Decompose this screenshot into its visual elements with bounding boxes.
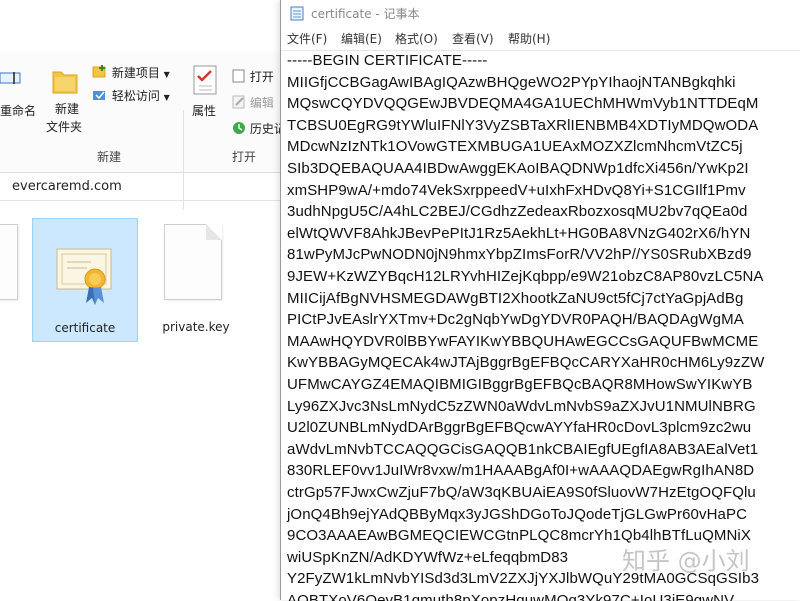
file-item[interactable]: e xyxy=(0,218,24,340)
menu-bar: 文件(F) 编辑(E) 格式(O) 查看(V) 帮助(H) xyxy=(281,28,800,50)
edit-label: 编辑 xyxy=(249,96,274,110)
file-item-certificate[interactable]: certificate xyxy=(32,218,138,342)
text-line: MIIGfjCCBGagAwIBAgIQAzwBHQgeWO2PYpYIhaoj… xyxy=(287,73,736,91)
rename-button[interactable]: 重命名 xyxy=(0,102,36,119)
ribbon-group-new-label: 新建 xyxy=(97,150,122,164)
edit-button[interactable]: 编辑 xyxy=(232,94,274,111)
text-line: jOnQ4Bh9ejYAdQBByMqx3yJGShDGoToJQodeTjGL… xyxy=(287,505,748,523)
text-line: MDcwNzIzNTk1OVowGTEXMBUGA1UEAxMOZXZlcmNh… xyxy=(287,138,743,156)
window-title: certificate - 记事本 xyxy=(311,7,420,21)
text-line: PICtPJvEAslrYXTmv+Dc2gNqbYwDgYDVR0PAQH/B… xyxy=(287,311,744,329)
new-item-label: 新建项目 xyxy=(111,66,160,80)
file-name-certificate: certificate xyxy=(54,321,116,335)
new-folder-label-line1: 新建 xyxy=(55,102,80,116)
text-line: UFMwCAYGZ4EMAQIBMIGIBggrBgEFBQcBAQR8MHow… xyxy=(287,376,753,393)
text-line: ctrGp57FJwxCwZjuF7bQ/aW3qKBUAiEA9S0fSluo… xyxy=(287,484,756,501)
open-button[interactable]: 打开 xyxy=(232,68,274,85)
document-icon xyxy=(0,224,18,300)
history-button[interactable]: 历史记 xyxy=(232,120,286,137)
menu-file[interactable]: 文件(F) xyxy=(287,30,327,47)
text-line: elWtQWVF8AhkJBevPePItJ1Rz5AekhLt+HG0BA8V… xyxy=(287,224,751,242)
text-line: SIb3DQEBAQUAA4IBDwAwggEKAoIBAQDNWp1dfcXi… xyxy=(287,160,749,177)
text-line: 830RLEF0vv1JuIWr8vxw/m1HAAABgAf0I+wAAAQD… xyxy=(287,462,755,480)
text-line: MIICijAfBgNVHSMEGDAWgBTI2XhootkZaNU9ct5f… xyxy=(287,289,744,307)
certificate-icon xyxy=(55,241,115,310)
text-editor-area[interactable]: -----BEGIN CERTIFICATE----- MIIGfjCCBGagA… xyxy=(281,50,800,601)
file-explorer-window: 重命名 新建 文件夹 新建项目 ▼ 轻松访问 ▼ 属性 打开 编辑 历史记 新建… xyxy=(0,0,286,600)
text-line: 3udhNpgU5C/A4hLC2BEJ/CGdhzZedeaxRbozxosq… xyxy=(287,203,748,221)
menu-edit[interactable]: 编辑(E) xyxy=(341,30,382,47)
new-folder-button[interactable]: 新建 文件夹 xyxy=(46,100,82,136)
address-path: evercaremd.com xyxy=(12,179,122,194)
file-item-private-key[interactable]: private.key xyxy=(150,218,242,340)
properties-button[interactable]: 属性 xyxy=(192,102,216,119)
file-name-private-key: private.key xyxy=(162,320,230,334)
ribbon-group-open-label: 打开 xyxy=(232,150,257,164)
text-line: MQswCQYDVQQGEwJBVDEQMA4GA1UEChMHWmVyb1NT… xyxy=(287,95,759,113)
text-line: 9JEW+KzWZYBqcH12LRYvhHIZejKqbpp/e9W21obz… xyxy=(287,268,764,285)
notepad-title-bar[interactable]: certificate - 记事本 xyxy=(281,0,800,26)
text-line: -----BEGIN CERTIFICATE----- xyxy=(287,52,488,69)
easy-access-label: 轻松访问 xyxy=(111,89,160,103)
menu-view[interactable]: 查看(V) xyxy=(452,30,494,47)
text-line: xmSHP9wA/+mdo74VekSxrppeedV+uIxhFxHDvQ8Y… xyxy=(287,181,746,199)
easy-access-button[interactable]: 轻松访问 ▼ xyxy=(92,87,170,104)
new-folder-label-line2: 文件夹 xyxy=(46,120,83,134)
open-label: 打开 xyxy=(249,70,274,84)
chevron-down-icon: ▼ xyxy=(163,70,170,79)
text-line: KwYBBAGyMQECAk4wJTAjBggrBgEFBQcCARYXaHR0… xyxy=(287,354,765,372)
rename-icon[interactable] xyxy=(0,70,22,89)
text-line: wiUSpKnZN/AdKDYWfWz+eLfeqqbmD83 xyxy=(287,548,569,566)
text-line: Ly96ZXJvc3NsLmNydC5zZWN0aWdvLmNvbS9aZXJv… xyxy=(287,397,756,415)
text-line: MAAwHQYDVR0lBBYwFAYIKwYBBQUHAwEGCCsGAQUF… xyxy=(287,332,759,350)
text-line: aWdvLmNvbTCCAQQGCisGAQQB1nkCBAIEgfUEgfIA… xyxy=(287,440,759,458)
new-item-button[interactable]: 新建项目 ▼ xyxy=(92,64,170,81)
menu-help[interactable]: 帮助(H) xyxy=(508,30,550,47)
text-line: TCBSU0EgRG9tYWluIFNlY3VyZSBTaXRlIENBMB4X… xyxy=(287,116,759,134)
properties-icon[interactable] xyxy=(192,64,218,99)
watermark-text: 知乎 @小刘 xyxy=(622,547,750,575)
text-line: 81wPyMJcPwNODN0jN9hmxYbpZImsForR/VV2hP//… xyxy=(287,246,752,264)
notepad-icon xyxy=(290,5,304,21)
new-folder-icon[interactable] xyxy=(52,64,78,97)
menu-format[interactable]: 格式(O) xyxy=(395,30,438,47)
document-icon xyxy=(164,224,222,300)
notepad-window: certificate - 记事本 文件(F) 编辑(E) 格式(O) 查看(V… xyxy=(280,0,800,601)
address-bar[interactable]: evercaremd.com xyxy=(0,176,285,201)
explorer-ribbon: 重命名 新建 文件夹 新建项目 ▼ 轻松访问 ▼ 属性 打开 编辑 历史记 新建… xyxy=(0,52,286,210)
text-line: U2l0ZUNBLmNydDArBggrBgEFBQcwAYYfaHR0cDov… xyxy=(287,419,752,437)
chevron-down-icon: ▼ xyxy=(163,93,170,102)
